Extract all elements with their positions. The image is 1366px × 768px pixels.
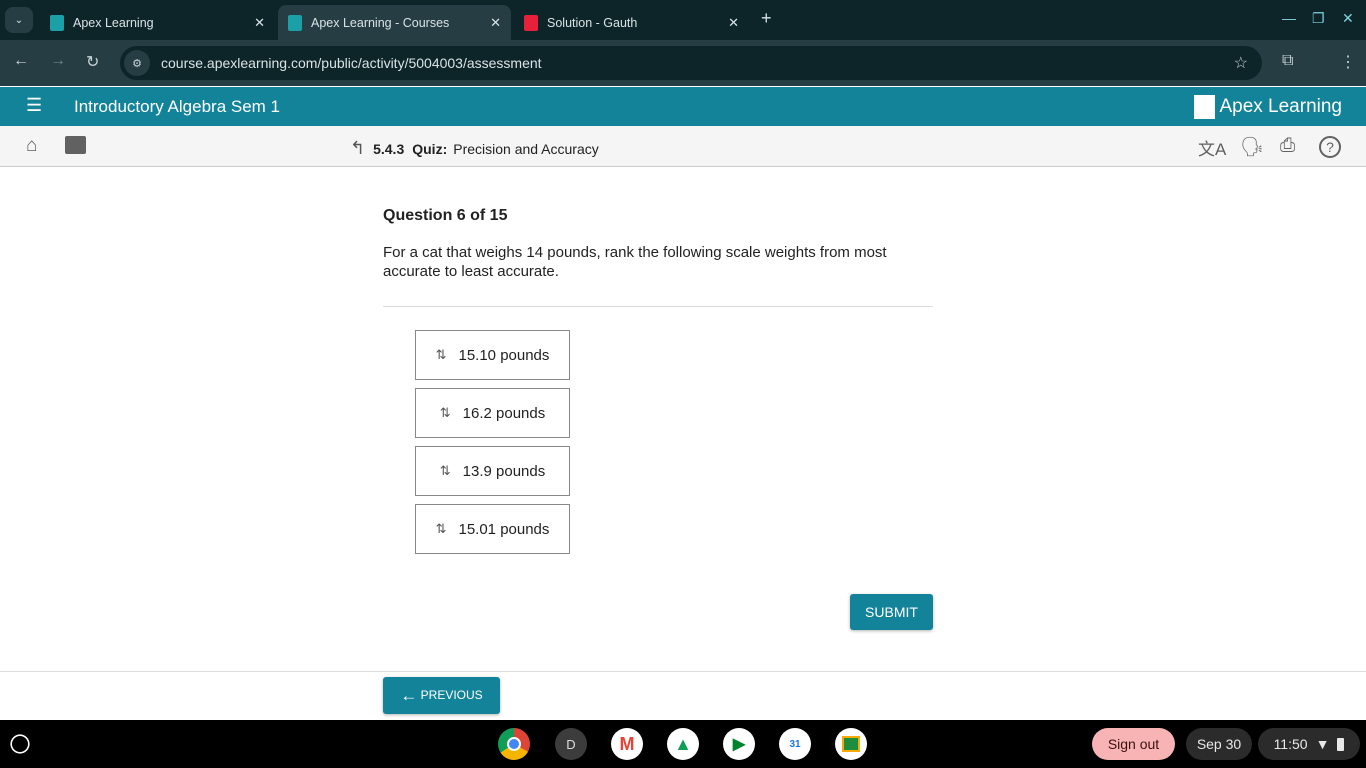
arrow-left-icon: ← xyxy=(400,685,418,705)
reorder-arrows-icon: ⇅ xyxy=(439,405,451,420)
close-tab-icon[interactable]: ✕ xyxy=(490,15,501,31)
footer-nav xyxy=(0,671,1366,720)
google-drive-icon[interactable]: ▲ xyxy=(667,728,699,760)
activity-bar: ⌂ ↰ 5.4.3 Quiz: Precision and Accuracy 文… xyxy=(0,126,1366,167)
wifi-icon: ▼ xyxy=(1315,736,1330,752)
question-panel: Question 6 of 15 For a cat that weighs 1… xyxy=(383,207,933,307)
app-header: ☰ Introductory Algebra Sem 1 Apex Learni… xyxy=(0,87,1366,126)
reorder-arrows-icon: ⇅ xyxy=(435,521,447,536)
apex-logo-icon xyxy=(1194,95,1216,119)
extensions-icon[interactable]: ⧉ xyxy=(1282,52,1293,70)
forward-button[interactable]: → xyxy=(50,52,66,70)
up-arrow-icon[interactable]: ↰ xyxy=(350,138,365,159)
submit-button[interactable]: SUBMIT xyxy=(850,594,933,630)
reorder-arrows-icon: ⇅ xyxy=(435,347,447,362)
restore-button[interactable]: ❐ xyxy=(1312,10,1325,27)
bookmark-star-icon[interactable]: ☆ xyxy=(1234,53,1248,73)
battery-icon xyxy=(1337,737,1345,751)
translate-icon[interactable]: 文A xyxy=(1198,135,1226,160)
previous-button[interactable]: ← PREVIOUS xyxy=(383,677,500,714)
gmail-icon[interactable]: M xyxy=(611,728,643,760)
rank-option[interactable]: ⇅ 13.9 pounds xyxy=(415,446,570,496)
apex-favicon-icon xyxy=(50,14,64,31)
browser-tab-strip: ⌄ Apex Learning ✕ Apex Learning - Courses… xyxy=(0,0,1366,40)
course-title: Introductory Algebra Sem 1 xyxy=(74,97,281,116)
sign-out-button[interactable]: Sign out xyxy=(1092,728,1175,760)
apex-favicon-icon xyxy=(288,14,302,31)
date-display[interactable]: Sep 30 xyxy=(1186,728,1252,760)
print-icon[interactable]: ⎙ xyxy=(1280,135,1295,157)
tab-apex-learning[interactable]: Apex Learning ✕ xyxy=(40,5,275,40)
reorder-arrows-icon: ⇅ xyxy=(439,463,451,478)
breadcrumb: ↰ 5.4.3 Quiz: Precision and Accuracy xyxy=(350,138,599,159)
back-button[interactable]: ← xyxy=(13,52,29,70)
help-icon[interactable]: ? xyxy=(1319,136,1341,158)
menu-icon[interactable]: ☰ xyxy=(26,95,42,116)
question-number: Question 6 of 15 xyxy=(383,207,508,224)
gauth-favicon-icon xyxy=(524,14,538,31)
launcher-icon[interactable] xyxy=(10,734,30,754)
new-tab-button[interactable]: + xyxy=(761,8,772,29)
briefcase-icon[interactable] xyxy=(65,136,86,154)
reload-button[interactable]: ↻ xyxy=(86,52,99,72)
divider xyxy=(383,306,933,307)
rank-option[interactable]: ⇅ 15.01 pounds xyxy=(415,504,570,554)
google-meet-icon[interactable]: ▶ xyxy=(723,728,755,760)
profile-avatar[interactable]: D xyxy=(555,728,587,760)
site-settings-icon[interactable]: ⚙ xyxy=(124,50,150,76)
close-tab-icon[interactable]: ✕ xyxy=(254,15,265,31)
google-calendar-icon[interactable]: 31 xyxy=(779,728,811,760)
google-classroom-icon[interactable] xyxy=(835,728,867,760)
apex-logo: Apex Learning xyxy=(1194,95,1342,119)
tab-apex-courses[interactable]: Apex Learning - Courses ✕ xyxy=(278,5,511,40)
close-window-button[interactable]: ✕ xyxy=(1342,10,1354,27)
home-icon[interactable]: ⌂ xyxy=(26,135,37,157)
menu-kebab-icon[interactable]: ⋮ xyxy=(1340,52,1356,72)
text-to-speech-icon[interactable]: 🗣 xyxy=(1240,135,1264,159)
os-shelf: D M ▲ ▶ 31 Sign out Sep 30 11:50 ▼ xyxy=(0,720,1366,768)
browser-toolbar: ← → ↻ ⚙ course.apexlearning.com/public/a… xyxy=(0,40,1366,86)
tab-search-button[interactable]: ⌄ xyxy=(5,7,33,33)
rank-option[interactable]: ⇅ 16.2 pounds xyxy=(415,388,570,438)
chrome-icon[interactable] xyxy=(498,728,530,760)
status-tray[interactable]: 11:50 ▼ xyxy=(1258,728,1360,760)
question-text: For a cat that weighs 14 pounds, rank th… xyxy=(383,244,887,280)
tab-gauth[interactable]: Solution - Gauth ✕ xyxy=(514,5,749,40)
minimize-button[interactable]: — xyxy=(1282,10,1296,26)
close-tab-icon[interactable]: ✕ xyxy=(728,15,739,31)
rank-option[interactable]: ⇅ 15.10 pounds xyxy=(415,330,570,380)
address-bar[interactable]: ⚙ course.apexlearning.com/public/activit… xyxy=(120,46,1262,80)
